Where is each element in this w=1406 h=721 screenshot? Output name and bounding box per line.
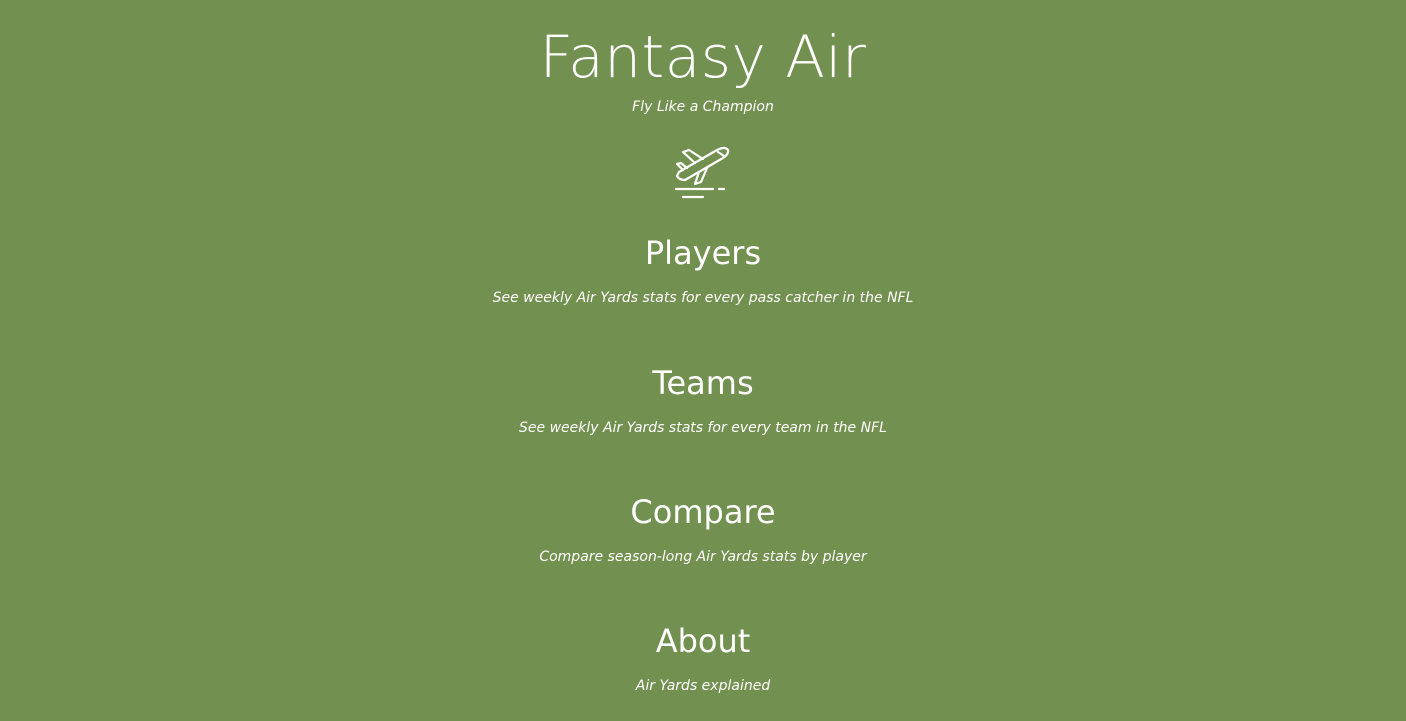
nav-description-teams: See weekly Air Yards stats for every tea… xyxy=(519,420,887,436)
nav-link-compare[interactable]: Compare xyxy=(630,492,775,532)
home-page: Fantasy Air Fly Like a Champion Players … xyxy=(0,0,1406,721)
nav-description-compare: Compare season-long Air Yards stats by p… xyxy=(539,549,867,565)
nav-section-players: Players See weekly Air Yards stats for e… xyxy=(0,233,1406,308)
nav-section-compare: Compare Compare season-long Air Yards st… xyxy=(0,492,1406,567)
nav-link-players[interactable]: Players xyxy=(645,233,761,273)
nav-section-teams: Teams See weekly Air Yards stats for eve… xyxy=(0,363,1406,438)
site-tagline: Fly Like a Champion xyxy=(632,99,774,115)
nav-description-players: See weekly Air Yards stats for every pas… xyxy=(492,290,914,306)
nav-link-teams[interactable]: Teams xyxy=(652,363,753,403)
nav-section-about: About Air Yards explained xyxy=(0,621,1406,696)
airplane-takeoff-icon xyxy=(671,142,731,202)
nav-link-about[interactable]: About xyxy=(656,621,751,661)
site-title: Fantasy Air xyxy=(539,23,867,91)
nav-description-about: Air Yards explained xyxy=(635,678,771,694)
